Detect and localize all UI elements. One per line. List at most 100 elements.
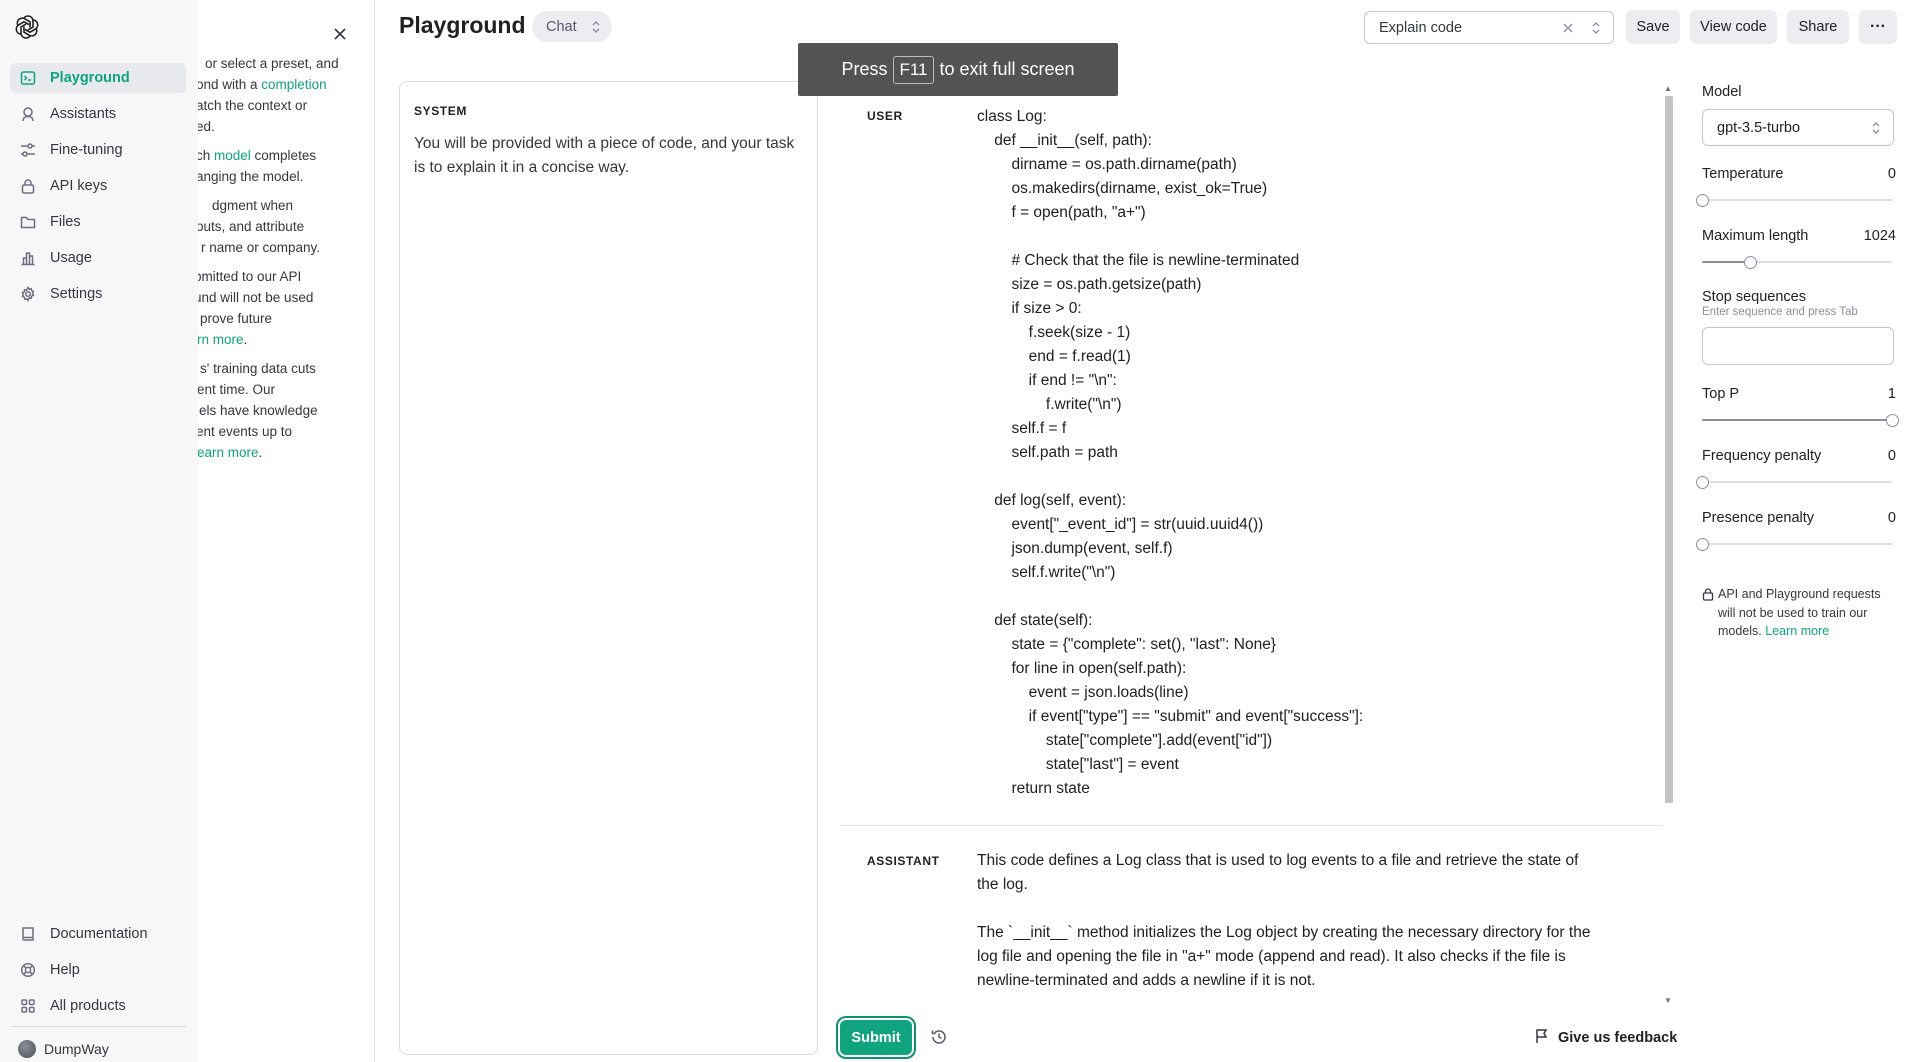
stop-sequences-input[interactable]	[1702, 327, 1894, 365]
folder-icon	[19, 213, 37, 231]
mode-select[interactable]: Chat	[532, 11, 612, 42]
frequency-penalty-slider[interactable]	[1696, 475, 1892, 489]
flag-icon	[1535, 1028, 1549, 1048]
help-text-fragment: .	[258, 445, 263, 460]
frequency-penalty-label: Frequency penalty	[1702, 448, 1822, 464]
help-text-fragment: ond with a	[198, 77, 262, 92]
share-button[interactable]: Share	[1787, 10, 1849, 44]
top-p-slider[interactable]	[1702, 413, 1899, 427]
help-text-link[interactable]: completion	[261, 77, 326, 92]
help-text-line: bmitted to our API	[198, 267, 354, 287]
slider-thumb[interactable]	[1696, 476, 1709, 489]
presence-penalty-value[interactable]: 0	[1888, 510, 1896, 526]
sidebar-item-label: Files	[50, 214, 81, 230]
help-text-link[interactable]: earn more	[198, 445, 259, 460]
sidebar-item-playground[interactable]: Playground	[10, 63, 186, 93]
sidebar-item-usage[interactable]: Usage	[10, 243, 186, 273]
user-role-label[interactable]: USER	[867, 109, 903, 123]
temperature-value[interactable]: 0	[1888, 166, 1896, 182]
assistant-role-label[interactable]: ASSISTANT	[867, 854, 940, 868]
help-text-line: s' training data cuts	[200, 359, 360, 379]
temperature-label: Temperature	[1702, 166, 1784, 182]
sidebar-item-assistants[interactable]: Assistants	[10, 99, 186, 129]
sidebar-nav: Playground Assistants Fine-tuning API ke…	[10, 63, 186, 315]
sidebar-item-label: Fine-tuning	[50, 142, 123, 158]
feedback-label: Give us feedback	[1558, 1030, 1678, 1046]
help-text-link[interactable]: model	[214, 148, 251, 163]
sidebar-item-settings[interactable]: Settings	[10, 279, 186, 309]
learn-more-link[interactable]: Learn more	[1765, 624, 1829, 638]
view-code-button[interactable]: View code	[1690, 10, 1777, 44]
max-length-value[interactable]: 1024	[1864, 228, 1896, 244]
slider-track	[1702, 481, 1892, 483]
assistant-message[interactable]: This code defines a Log class that is us…	[977, 849, 1602, 1005]
help-text-line: prove future	[200, 309, 360, 329]
presence-penalty-slider[interactable]	[1696, 537, 1892, 551]
sidebar-item-label: Documentation	[50, 926, 148, 942]
sidebar-item-help[interactable]: Help	[10, 955, 186, 985]
slider-thumb[interactable]	[1743, 256, 1757, 269]
grid-icon	[19, 997, 37, 1015]
conversation-panel: USER class Log: def __init__(self, path)…	[840, 81, 1676, 1005]
help-text-line: earn more.	[198, 443, 357, 463]
sidebar-item-label: Usage	[50, 250, 92, 266]
help-text-fragment: or select a preset, and	[205, 56, 339, 71]
help-text-fragment: outs, and attribute	[198, 219, 305, 234]
sliders-icon	[19, 141, 37, 159]
help-text-fragment: ed.	[198, 119, 215, 134]
system-label: SYSTEM	[414, 104, 467, 118]
help-text-fragment: anging the model.	[198, 169, 304, 184]
scroll-down-arrow-icon[interactable]: ▼	[1663, 996, 1673, 1006]
model-select-value: gpt-3.5-turbo	[1717, 119, 1801, 136]
help-text-fragment: atch the context or	[198, 98, 308, 113]
top-p-value[interactable]: 1	[1888, 386, 1896, 402]
slider-thumb[interactable]	[1696, 194, 1709, 207]
temperature-slider[interactable]	[1696, 193, 1892, 207]
model-select[interactable]: gpt-3.5-turbo	[1702, 109, 1894, 146]
sidebar-item-all-products[interactable]: All products	[10, 991, 186, 1021]
more-button[interactable]: ···	[1859, 10, 1897, 44]
submit-button[interactable]: Submit	[840, 1020, 912, 1055]
feedback-link[interactable]: Give us feedback	[1535, 1028, 1677, 1048]
help-text-line: dgment when	[212, 196, 372, 216]
sidebar-bottom-nav: Documentation Help All products	[10, 919, 186, 1027]
slider-fill	[1702, 261, 1750, 263]
sidebar-item-label: All products	[50, 998, 126, 1014]
scrollbar[interactable]	[1665, 96, 1673, 803]
playground-page: Playground Assistants Fine-tuning API ke…	[0, 0, 1919, 1062]
lock-icon	[19, 177, 37, 195]
bar-chart-icon	[19, 249, 37, 267]
openai-logo-icon[interactable]	[14, 14, 40, 40]
message-divider	[840, 825, 1662, 826]
system-prompt-input[interactable]: You will be provided with a piece of cod…	[414, 132, 809, 180]
sidebar-item-files[interactable]: Files	[10, 207, 186, 237]
max-length-label: Maximum length	[1702, 228, 1809, 244]
preset-select[interactable]: Explain code	[1364, 11, 1614, 44]
help-text-fragment: und will not be used	[198, 290, 314, 305]
help-text-line: outs, and attribute	[198, 217, 356, 237]
frequency-penalty-value[interactable]: 0	[1888, 448, 1896, 464]
help-text-line: or select a preset, and	[205, 54, 365, 74]
help-text-link[interactable]: rn more	[198, 332, 244, 347]
user-message[interactable]: class Log: def __init__(self, path): dir…	[977, 105, 1537, 801]
sidebar-item-api-keys[interactable]: API keys	[10, 171, 186, 201]
slider-thumb[interactable]	[1886, 414, 1899, 427]
help-text-fragment: dgment when	[212, 198, 294, 213]
page-title: Playground	[399, 12, 526, 38]
sidebar-item-documentation[interactable]: Documentation	[10, 919, 186, 949]
close-icon[interactable]	[330, 24, 350, 44]
scroll-up-arrow-icon[interactable]: ▲	[1663, 84, 1673, 94]
help-text-line: ch model completes	[198, 146, 356, 166]
save-button[interactable]: Save	[1626, 10, 1680, 44]
sidebar-item-label: Assistants	[50, 106, 117, 122]
max-length-slider[interactable]	[1702, 255, 1892, 269]
sidebar-divider	[10, 1026, 186, 1027]
user-menu[interactable]: DumpWay	[18, 1040, 109, 1058]
help-text-fragment: ch	[198, 148, 211, 163]
slider-thumb[interactable]	[1696, 538, 1709, 551]
user-name: DumpWay	[44, 1041, 109, 1057]
sidebar-item-fine-tuning[interactable]: Fine-tuning	[10, 135, 186, 165]
help-text-line: ed.	[198, 117, 356, 137]
history-icon[interactable]	[930, 1028, 948, 1046]
clear-icon[interactable]	[1561, 21, 1575, 39]
